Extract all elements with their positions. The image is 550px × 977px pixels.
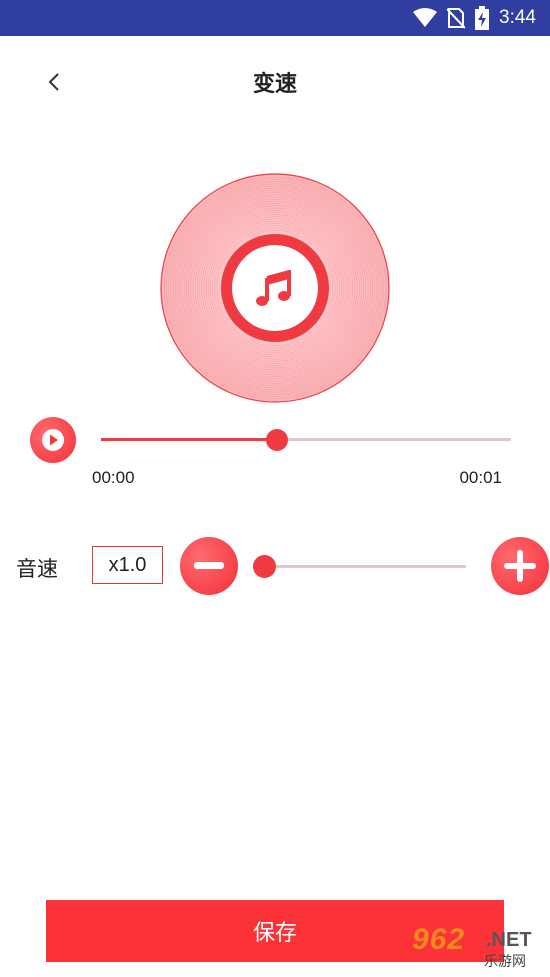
current-time: 00:00 xyxy=(92,468,135,487)
speed-slider[interactable] xyxy=(253,555,466,578)
music-note-icon xyxy=(256,270,291,306)
speed-decrease-button[interactable] xyxy=(180,537,238,595)
header: 变速 xyxy=(0,36,550,128)
play-button[interactable] xyxy=(30,417,76,463)
progress-fill xyxy=(101,438,278,441)
status-bar: 3:44 xyxy=(0,0,550,36)
watermark-sub: 乐游网 xyxy=(484,953,526,969)
total-time: 00:01 xyxy=(459,468,502,487)
progress-slider[interactable] xyxy=(101,429,511,451)
minus-icon xyxy=(194,562,224,569)
page-title: 变速 xyxy=(252,71,297,96)
watermark-net: .NET xyxy=(486,929,532,951)
play-icon xyxy=(42,429,64,451)
battery-charging-icon xyxy=(475,6,490,30)
speed-label: 音速 xyxy=(16,558,58,581)
progress-thumb[interactable] xyxy=(266,429,289,451)
speed-thumb[interactable] xyxy=(253,555,276,578)
speed-increase-button[interactable] xyxy=(491,537,549,595)
watermark-logo: 962 .NET 乐游网 xyxy=(404,923,544,973)
wifi-icon xyxy=(413,8,438,27)
status-time: 3:44 xyxy=(499,7,536,28)
watermark-main: 962 xyxy=(412,923,466,956)
vinyl-disc xyxy=(160,173,390,403)
status-icons: 3:44 xyxy=(413,0,536,36)
plus-icon xyxy=(504,550,536,582)
speed-value[interactable]: x1.0 xyxy=(92,546,163,584)
no-sim-icon xyxy=(447,8,466,29)
